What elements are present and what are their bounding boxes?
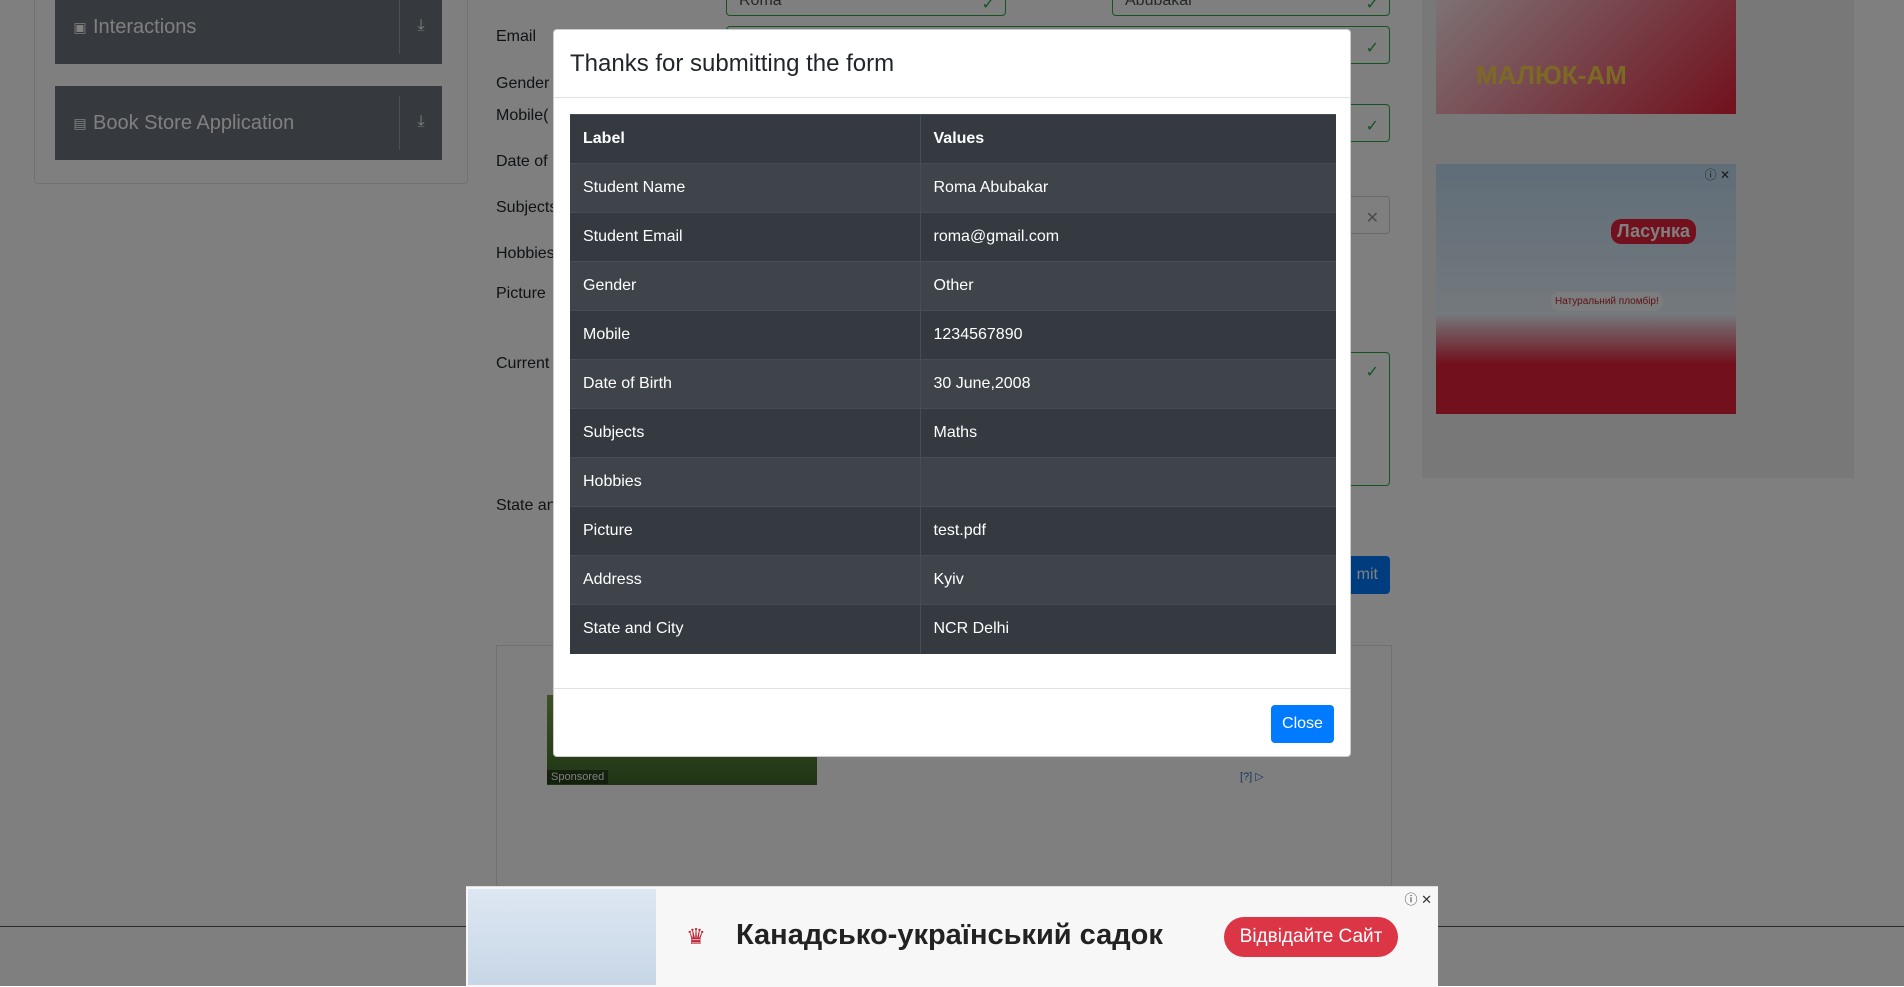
table-row: Hobbies — [570, 457, 1336, 507]
row-label: Address — [570, 555, 921, 605]
ad-headline: Канадсько-український садок — [736, 919, 1163, 951]
table-row: Subjects Maths — [570, 408, 1336, 458]
row-label: State and City — [570, 604, 921, 654]
modal-title: Thanks for submitting the form — [570, 50, 895, 77]
table-row: Student Name Roma Abubakar — [570, 163, 1336, 213]
row-value: Kyiv — [920, 555, 1336, 605]
results-table: Label Values Student Name Roma Abubakar S… — [570, 114, 1336, 654]
row-label: Mobile — [570, 310, 921, 360]
row-value: NCR Delhi — [920, 604, 1336, 654]
ad-cta-button[interactable]: Відвідайте Сайт — [1224, 917, 1398, 957]
ad-close-icon[interactable]: ⓘ ✕ — [1404, 889, 1432, 908]
row-label: Hobbies — [570, 457, 921, 507]
row-value: Maths — [920, 408, 1336, 458]
table-row: Mobile 1234567890 — [570, 310, 1336, 360]
row-label: Subjects — [570, 408, 921, 458]
table-row: Picture test.pdf — [570, 506, 1336, 556]
row-value: Roma Abubakar — [920, 163, 1336, 213]
row-value: test.pdf — [920, 506, 1336, 556]
modal-header: Thanks for submitting the form — [554, 30, 1350, 98]
row-label: Student Name — [570, 163, 921, 213]
row-value: 30 June,2008 — [920, 359, 1336, 409]
page: ▣ Interactions ⤓ ▤ Book Store Applicatio… — [0, 0, 1904, 987]
modal-footer: Close — [554, 688, 1350, 758]
table-row: State and City NCR Delhi — [570, 604, 1336, 654]
bottom-ad-banner[interactable]: ♛ Канадсько-український садок Відвідайте… — [466, 886, 1438, 987]
row-label: Picture — [570, 506, 921, 556]
table-header-row: Label Values — [570, 114, 1336, 164]
kindergarten-logo-icon: ♛ — [686, 924, 706, 949]
ad-image — [468, 889, 656, 985]
row-value: Other — [920, 261, 1336, 311]
close-button[interactable]: Close — [1271, 705, 1334, 743]
table-row: Date of Birth 30 June,2008 — [570, 359, 1336, 409]
submission-modal: Thanks for submitting the form Label Val… — [553, 29, 1351, 757]
ad-cta-label: Відвідайте Сайт — [1239, 926, 1383, 947]
table-row: Gender Other — [570, 261, 1336, 311]
row-value: 1234567890 — [920, 310, 1336, 360]
row-value — [920, 457, 1336, 507]
row-label: Date of Birth — [570, 359, 921, 409]
table-row: Address Kyiv — [570, 555, 1336, 605]
table-row: Student Email roma@gmail.com — [570, 212, 1336, 262]
row-value: roma@gmail.com — [920, 212, 1336, 262]
column-header-label: Label — [570, 114, 921, 164]
row-label: Student Email — [570, 212, 921, 262]
row-label: Gender — [570, 261, 921, 311]
column-header-values: Values — [920, 114, 1336, 164]
